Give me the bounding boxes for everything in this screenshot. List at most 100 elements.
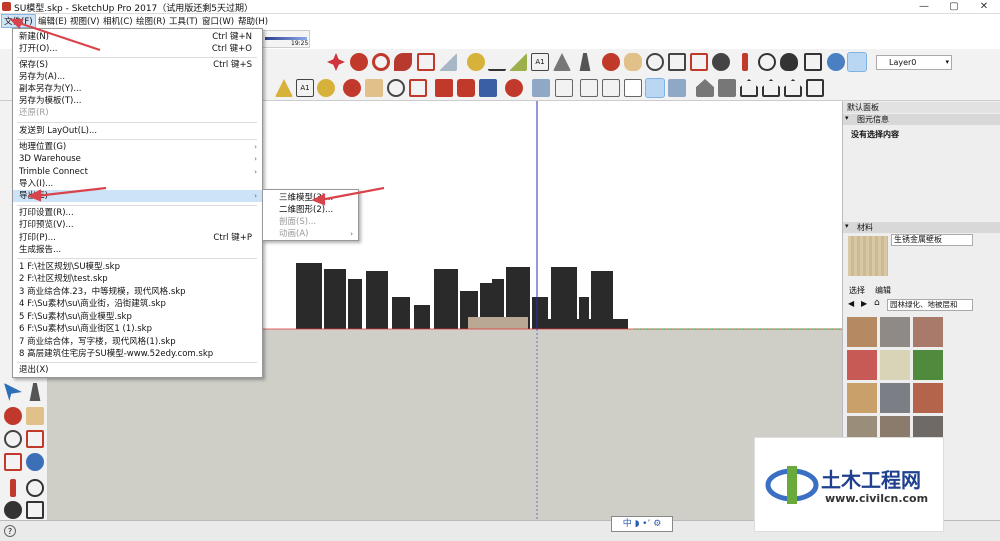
help-icon[interactable]: ? [4, 525, 16, 537]
eraser-icon[interactable] [29, 383, 41, 401]
menu-item-save-copy[interactable]: 副本另存为(Y)... [13, 83, 262, 95]
iso-house-icon[interactable] [696, 79, 714, 97]
menu-item-recent-6[interactable]: 6 F:\Su素材\su\商业街区1 (1).skp [13, 323, 262, 335]
protractor-icon[interactable] [509, 53, 527, 71]
previous-view-icon[interactable] [712, 53, 730, 71]
menu-item-save[interactable]: 保存(S) Ctrl 键+S [13, 59, 262, 71]
pan-left-icon[interactable] [26, 407, 44, 425]
menu-item-recent-1[interactable]: 1 F:\社区规划\SU模型.skp [13, 261, 262, 273]
menu-item-geo-location[interactable]: 地理位置(G) › [13, 141, 262, 153]
scene-widget[interactable]: 中 ◗ •ʼ ⚙ [611, 516, 673, 532]
right-view-icon[interactable] [762, 79, 780, 97]
front-view-icon[interactable] [740, 79, 758, 97]
back-edges-icon[interactable] [580, 79, 598, 97]
share-model-icon[interactable] [457, 79, 475, 97]
pan-icon[interactable] [624, 53, 642, 71]
forward-arrow-icon[interactable]: ▶ [861, 299, 867, 308]
back-view-icon[interactable] [784, 79, 802, 97]
menu-item-trimble-connect[interactable]: Trimble Connect › [13, 166, 262, 178]
material-swatch[interactable] [880, 383, 910, 413]
menu-item-save-template[interactable]: 另存为模板(T)... [13, 95, 262, 107]
left-view-icon[interactable] [806, 79, 824, 97]
label-icon[interactable]: A1 [296, 79, 314, 97]
menu-item-3d-warehouse[interactable]: 3D Warehouse › [13, 153, 262, 165]
axes-icon[interactable] [553, 53, 571, 71]
menu-item-save-as[interactable]: 另存为(A)... [13, 71, 262, 83]
zoom-2-icon[interactable] [387, 79, 405, 97]
warehouse-icon[interactable] [847, 52, 867, 72]
menu-camera[interactable]: 相机(C) [101, 15, 135, 27]
camera-left-icon[interactable] [10, 479, 16, 497]
back-arrow-icon[interactable]: ◀ [848, 299, 854, 308]
zoom-icon[interactable] [646, 53, 664, 71]
zoom-window-left-icon[interactable] [26, 430, 44, 448]
section-plane-icon[interactable] [804, 53, 822, 71]
menu-item-import[interactable]: 导入(I)... [13, 178, 262, 190]
material-swatch[interactable] [880, 350, 910, 380]
layer-select[interactable]: Layer0 ▾ [876, 55, 952, 70]
section-left-icon[interactable] [26, 501, 44, 519]
dimension-icon[interactable] [488, 53, 506, 71]
menu-item-open[interactable]: 打开(O)... Ctrl 键+O [13, 43, 262, 55]
menu-file[interactable]: 文件(F) [1, 14, 36, 28]
menu-tools[interactable]: 工具(T) [167, 15, 200, 27]
menu-item-recent-4[interactable]: 4 F:\Su素材\su\商业街，沿街建筑.skp [13, 298, 262, 310]
3d-text-icon[interactable] [579, 53, 591, 71]
material-name-field[interactable]: 生锈金属壁板 [891, 234, 973, 246]
zoom-extents-2-icon[interactable] [409, 79, 427, 97]
xray-icon[interactable] [555, 79, 573, 97]
menu-item-recent-3[interactable]: 3 商业综合体.23，中等规模，现代风格.skp [13, 286, 262, 298]
orbit-2-icon[interactable] [343, 79, 361, 97]
hidden-line-icon[interactable] [624, 79, 642, 97]
rotate-icon[interactable] [372, 53, 390, 71]
material-swatch[interactable] [847, 383, 877, 413]
previous-left-icon[interactable] [26, 453, 44, 471]
text-tool-icon[interactable]: A1 [531, 53, 549, 71]
menu-item-recent-2[interactable]: 2 F:\社区规划\test.skp [13, 273, 262, 285]
wireframe-icon[interactable] [602, 79, 620, 97]
orbit-left-icon[interactable] [4, 407, 22, 425]
walk-left-icon[interactable] [4, 501, 22, 519]
top-view-icon[interactable] [718, 79, 736, 97]
select-arrow-icon[interactable] [4, 383, 22, 401]
look-around-icon[interactable] [758, 53, 776, 71]
tape-measure-icon[interactable] [467, 53, 485, 71]
tab-select[interactable]: 选择 [849, 285, 865, 296]
maximize-button[interactable]: ▢ [940, 0, 968, 14]
extension-warehouse-icon[interactable] [505, 79, 523, 97]
shaded-texture-icon[interactable] [668, 79, 686, 97]
pan-2-icon[interactable] [365, 79, 383, 97]
menu-item-report[interactable]: 生成报告... [13, 244, 262, 256]
menu-draw[interactable]: 绘图(R) [134, 15, 168, 27]
iso-view-icon[interactable] [532, 79, 550, 97]
menu-item-recent-5[interactable]: 5 F:\Su素材\su\商业模型.skp [13, 311, 262, 323]
walk-icon[interactable] [780, 53, 798, 71]
home-icon[interactable]: ⌂ [874, 298, 880, 308]
library-select[interactable]: 园林绿化、地被层和 [887, 299, 973, 311]
menu-item-print-setup[interactable]: 打印设置(R)... [13, 207, 262, 219]
menu-view[interactable]: 视图(V) [68, 15, 101, 27]
menu-item-export[interactable]: 导出(E) › [13, 190, 262, 202]
entity-info-header[interactable]: 图元信息 [843, 114, 1000, 125]
offset-icon[interactable] [439, 53, 457, 71]
close-button[interactable]: ✕ [970, 0, 998, 14]
material-swatch[interactable] [913, 317, 943, 347]
submenu-item-2d-graphic[interactable]: 二维图形(2)... [263, 204, 358, 216]
menu-edit[interactable]: 编辑(E) [36, 15, 69, 27]
paint-bucket-icon[interactable] [275, 79, 293, 97]
menu-item-recent-8[interactable]: 8 高层建筑住宅房子SU模型-www.52edy.com.skp [13, 348, 262, 360]
geo-location-icon[interactable] [827, 53, 845, 71]
menu-item-print-preview[interactable]: 打印预览(V)... [13, 219, 262, 231]
menu-help[interactable]: 帮助(H) [236, 15, 270, 27]
shaded-icon[interactable] [645, 78, 665, 98]
minimize-button[interactable]: — [910, 0, 938, 14]
menu-item-recent-7[interactable]: 7 商业综合体，写字楼，现代风格(1).skp [13, 336, 262, 348]
scale-icon[interactable] [417, 53, 435, 71]
menu-item-print[interactable]: 打印(P)... Ctrl 键+P [13, 232, 262, 244]
zoom-window-icon[interactable] [668, 53, 686, 71]
move-icon[interactable] [327, 53, 345, 71]
position-camera-icon[interactable] [742, 53, 748, 71]
menu-item-new[interactable]: 新建(N) Ctrl 键+N [13, 31, 262, 43]
follow-me-icon[interactable] [394, 53, 412, 71]
submenu-item-3d-model[interactable]: 三维模型(3)... [263, 192, 358, 204]
